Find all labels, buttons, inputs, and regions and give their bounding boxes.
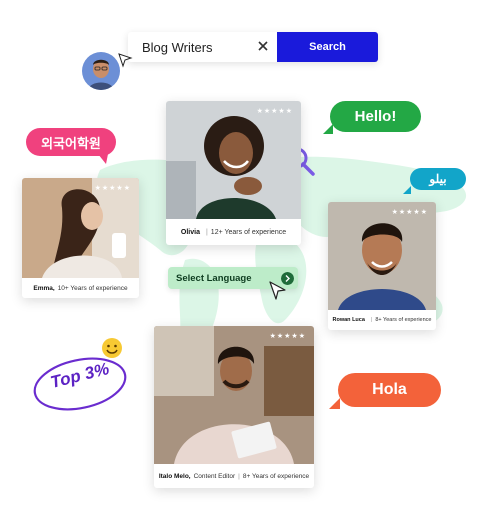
rating-stars: ★★★★★ xyxy=(269,333,306,340)
smiley-icon xyxy=(102,338,122,358)
search-button[interactable]: Search xyxy=(277,32,378,62)
bubble-hello-text: Hello! xyxy=(354,108,397,125)
search-input[interactable] xyxy=(142,38,252,56)
caption-separator: | xyxy=(205,228,208,236)
profile-caption: Rowan Luca | 8+ Years of experience xyxy=(328,310,436,330)
profile-experience: 8+ Years of experience xyxy=(242,472,310,480)
rating-stars: ★★★★★ xyxy=(256,108,293,115)
profile-name: Olivia xyxy=(180,228,200,236)
profile-photo xyxy=(328,202,436,310)
profile-role: Content Editor xyxy=(193,472,236,480)
bubble-hola: Hola xyxy=(338,373,441,407)
bubble-hola-tail xyxy=(329,398,340,409)
rating-stars: ★★★★★ xyxy=(94,185,131,192)
select-language-label: Select Language xyxy=(176,272,252,284)
rating-stars: ★★★★★ xyxy=(391,209,428,216)
profile-card-olivia[interactable]: ★★★★★ Olivia | 12+ Years of experience xyxy=(166,101,301,245)
bubble-korean-text: 외국어학원 xyxy=(41,135,101,151)
caption-separator: | xyxy=(238,472,240,480)
profile-caption: Emma, 10+ Years of experience xyxy=(22,278,139,298)
bubble-hola-text: Hola xyxy=(372,381,407,398)
bubble-hello: Hello! xyxy=(330,101,421,132)
profile-caption: Olivia | 12+ Years of experience xyxy=(166,219,301,245)
caption-separator: | xyxy=(370,317,373,323)
bubble-arabic-tail xyxy=(403,186,411,194)
bubble-hello-tail xyxy=(323,124,333,134)
bubble-korean: 외국어학원 xyxy=(26,128,116,156)
profile-caption: Italo Melo, Content Editor | 8+ Years of… xyxy=(154,464,314,488)
profile-experience: 12+ Years of experience xyxy=(210,228,287,236)
bubble-arabic-text: بيلو xyxy=(429,172,447,186)
clear-icon[interactable] xyxy=(256,39,270,53)
profile-card-italo[interactable]: ★★★★★ Italo Melo, Content Editor | 8+ Ye… xyxy=(154,326,314,488)
profile-card-emma[interactable]: ★★★★★ Emma, 10+ Years of experience xyxy=(22,178,139,298)
profile-photo xyxy=(22,178,139,278)
profile-name: Emma, xyxy=(33,284,55,292)
profile-name: Rowan Luca xyxy=(332,317,365,323)
profile-photo xyxy=(166,101,301,219)
profile-name: Italo Melo, xyxy=(158,472,191,480)
pointer-cursor-icon xyxy=(118,53,133,68)
profile-experience: 8+ Years of experience xyxy=(375,317,432,323)
bubble-korean-tail xyxy=(98,154,108,164)
profile-card-rowan[interactable]: ★★★★★ Rowan Luca | 8+ Years of experienc… xyxy=(328,202,436,330)
profile-experience: 10+ Years of experience xyxy=(57,284,128,292)
profile-photo xyxy=(154,326,314,464)
bubble-arabic: بيلو xyxy=(410,168,466,190)
pointer-cursor-icon xyxy=(269,281,286,300)
user-avatar[interactable] xyxy=(82,52,120,90)
